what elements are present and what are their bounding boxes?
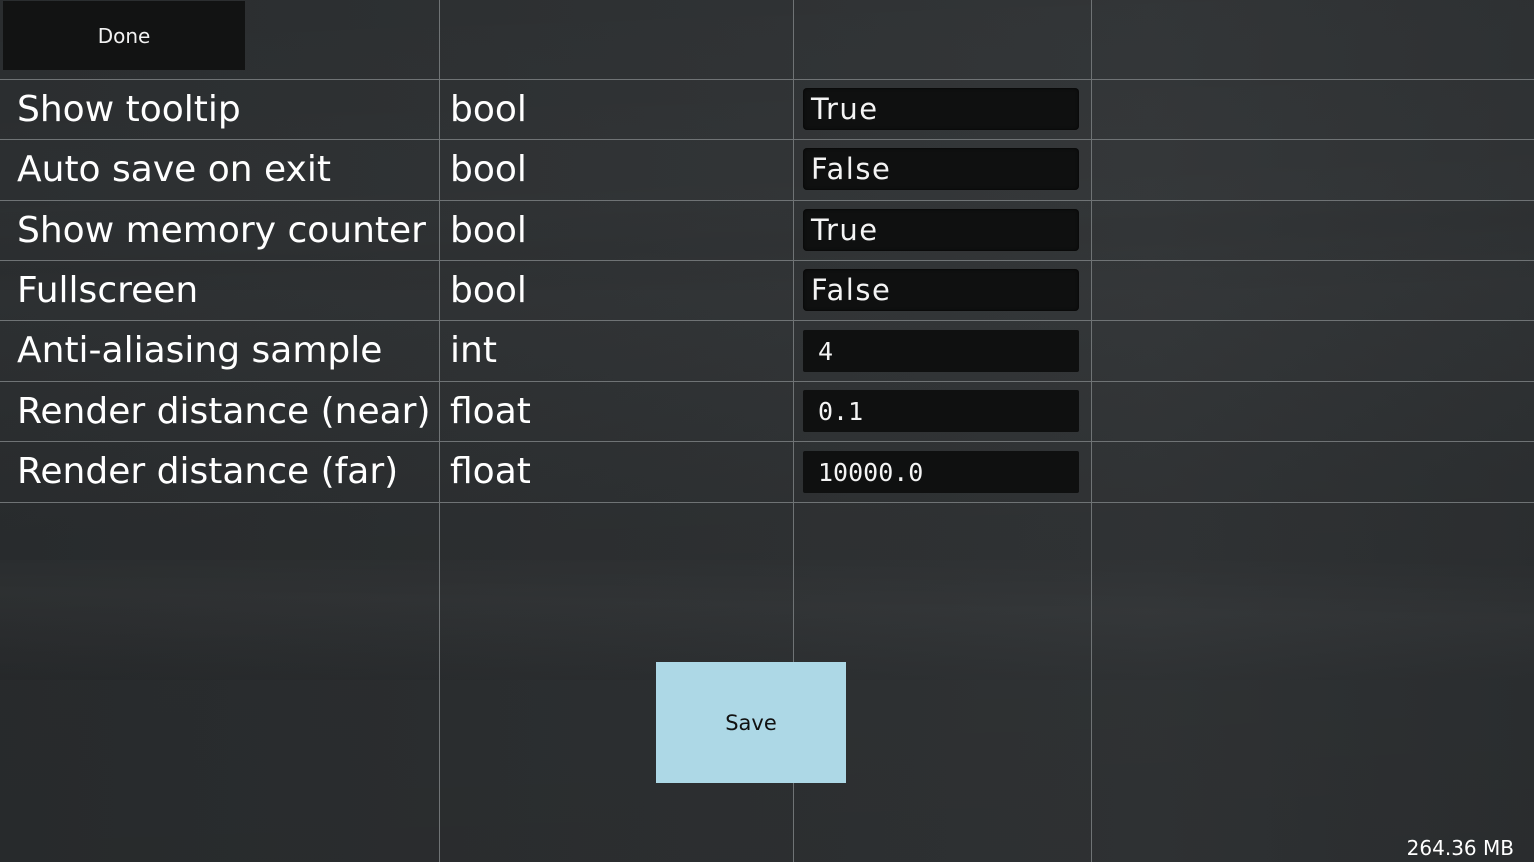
setting-type: int — [450, 329, 497, 371]
setting-name-show-memory-counter: Show memory counter — [17, 209, 426, 251]
grid-row-divider — [0, 502, 1534, 503]
setting-type: float — [450, 450, 531, 492]
setting-type: bool — [450, 88, 527, 130]
setting-name-fullscreen: Fullscreen — [17, 269, 199, 311]
setting-type: bool — [450, 148, 527, 190]
grid-column-divider — [439, 0, 440, 862]
setting-name-anti-aliasing-sample: Anti-aliasing sample — [17, 329, 383, 371]
setting-name-render-distance-far: Render distance (far) — [17, 450, 399, 492]
show-memory-counter-toggle[interactable]: True — [803, 209, 1079, 251]
setting-type: float — [450, 390, 531, 432]
auto-save-on-exit-toggle[interactable]: False — [803, 148, 1079, 190]
show-tooltip-toggle[interactable]: True — [803, 88, 1079, 130]
setting-name-show-tooltip: Show tooltip — [17, 88, 241, 130]
setting-name-auto-save-on-exit: Auto save on exit — [17, 148, 331, 190]
done-button[interactable]: Done — [3, 1, 245, 70]
setting-type: bool — [450, 209, 527, 251]
render-distance-near-input[interactable]: 0.1 — [803, 390, 1079, 432]
anti-aliasing-sample-input[interactable]: 4 — [803, 330, 1079, 372]
grid-column-divider — [1091, 0, 1092, 862]
memory-counter: 264.36 MB — [1406, 836, 1514, 860]
setting-name-render-distance-near: Render distance (near) — [17, 390, 431, 432]
save-button[interactable]: Save — [656, 662, 846, 783]
setting-type: bool — [450, 269, 527, 311]
fullscreen-toggle[interactable]: False — [803, 269, 1079, 311]
render-distance-far-input[interactable]: 10000.0 — [803, 451, 1079, 493]
